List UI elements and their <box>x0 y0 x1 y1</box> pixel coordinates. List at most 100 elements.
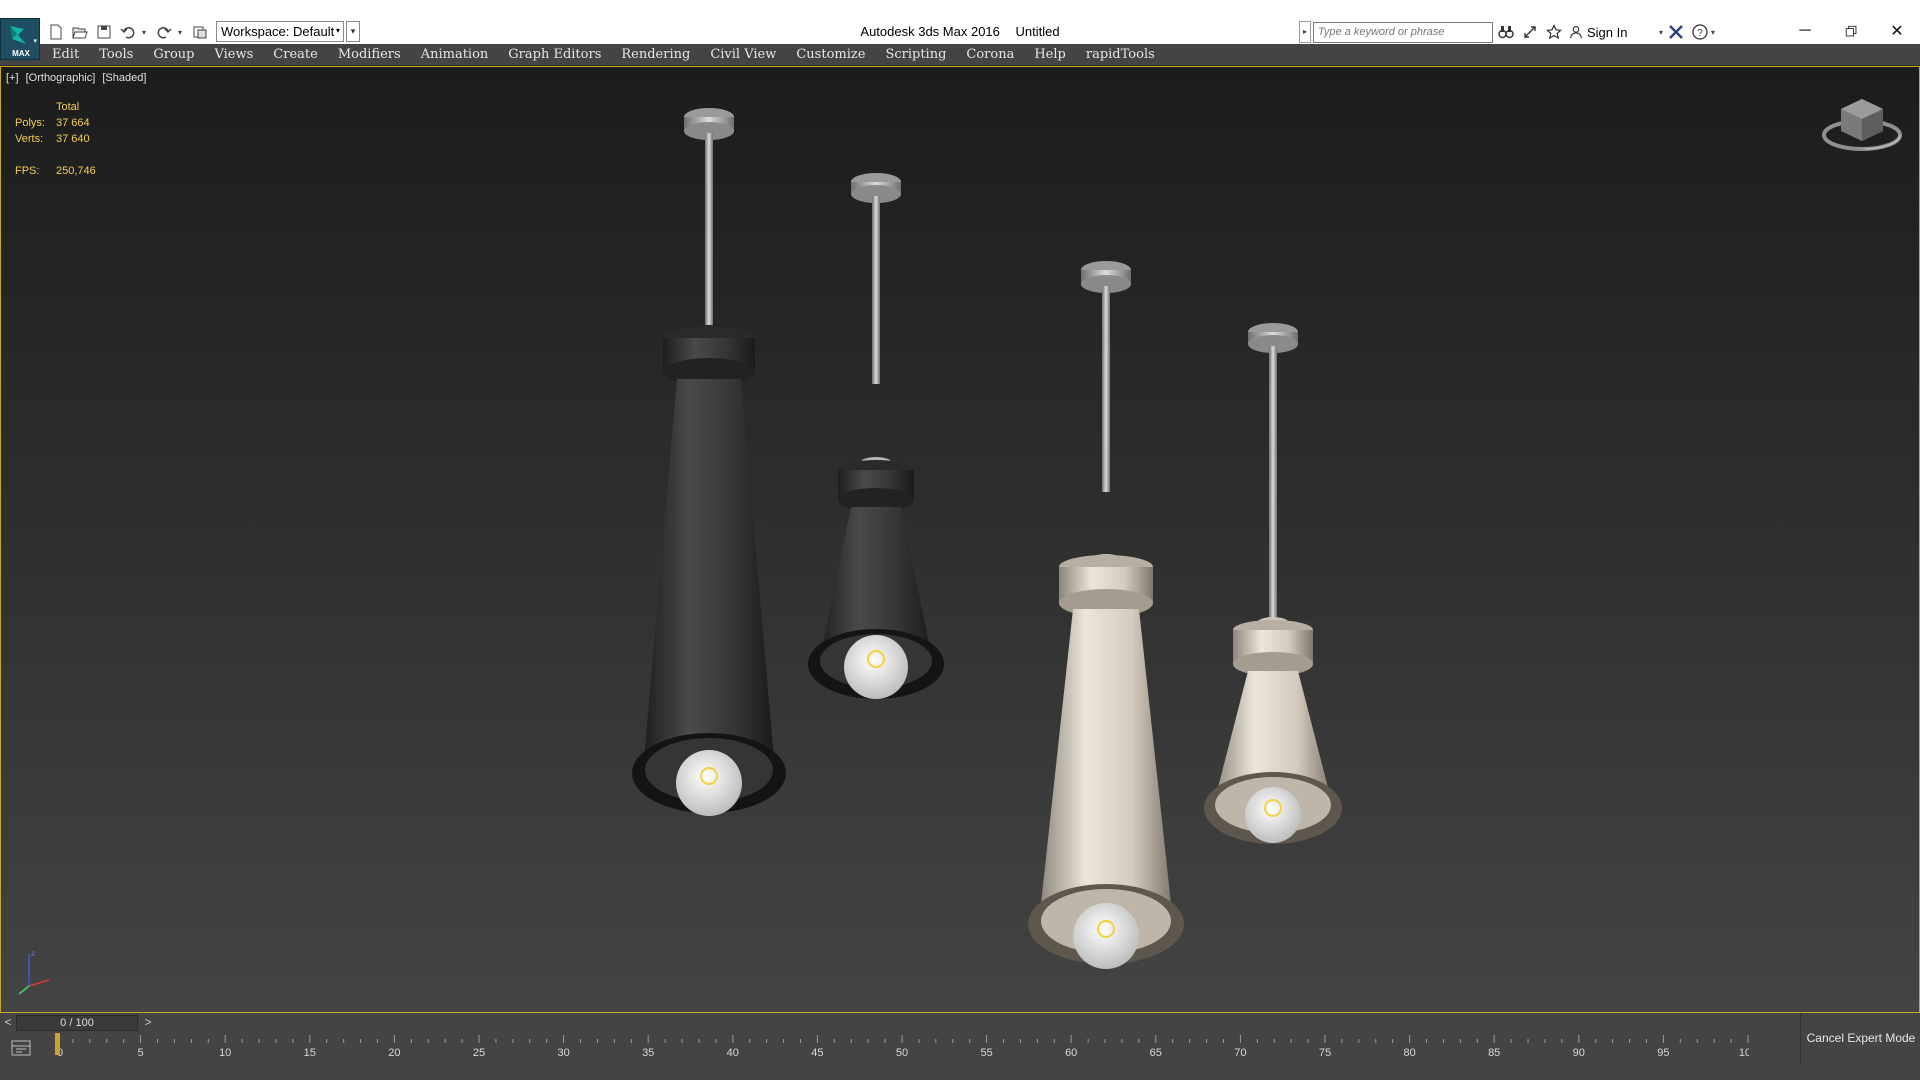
menu-tools[interactable]: Tools <box>99 47 133 62</box>
binoculars-icon[interactable] <box>1495 21 1517 43</box>
chevron-down-icon: ▾ <box>1658 27 1663 37</box>
polys-value: 37 664 <box>56 117 90 129</box>
save-icon[interactable] <box>94 22 114 42</box>
quick-access-toolbar: ▾ ▾ <box>46 20 210 44</box>
open-file-icon[interactable] <box>70 22 90 42</box>
pendant-lamp-light-small[interactable] <box>1204 323 1342 844</box>
ruler-label: 50 <box>896 1047 908 1059</box>
infocenter: ▸ Sign In ▾ ? ▾ <box>1299 20 1759 44</box>
current-frame-marker[interactable] <box>55 1033 60 1055</box>
ruler-label: 5 <box>138 1047 144 1059</box>
pendant-lamp-light-large[interactable] <box>1028 261 1184 969</box>
restore-icon[interactable] <box>1828 14 1874 48</box>
frame-ruler[interactable]: 0 5 10 15 20 25 30 35 40 45 50 55 60 65 70 75 80 85 90 95 10… <box>55 1033 1749 1063</box>
fps-value: 250,746 <box>56 165 96 177</box>
fps-label: FPS: <box>15 165 40 177</box>
ruler-label: 35 <box>642 1047 654 1059</box>
status-bar <box>0 1063 1920 1080</box>
chevron-down-icon: ▾ <box>33 38 37 45</box>
search-input[interactable] <box>1313 21 1493 43</box>
help-icon[interactable]: ? <box>1689 21 1711 43</box>
ruler-label: 10 <box>219 1047 231 1059</box>
ruler-label: 80 <box>1403 1047 1415 1059</box>
perspective-viewport[interactable]: [+] [Orthographic] [Shaded] Total Polys:… <box>0 66 1920 1013</box>
ruler-label: 95 <box>1657 1047 1669 1059</box>
document-name: Untitled <box>1015 24 1060 39</box>
viewport-view-type[interactable]: [Orthographic] <box>26 72 96 84</box>
menu-views[interactable]: Views <box>214 47 253 62</box>
close-icon[interactable]: ✕ <box>1874 14 1920 48</box>
viewport-menu-plus[interactable]: [+] <box>6 72 19 84</box>
application-button[interactable]: MAX ▾ <box>0 18 40 60</box>
verts-label: Verts: <box>15 133 44 145</box>
menu-group[interactable]: Group <box>153 47 194 62</box>
menu-bar: Edit Tools Group Views Create Modifiers … <box>0 44 1920 66</box>
ruler-label: 40 <box>727 1047 739 1059</box>
time-slider[interactable]: 0 / 100 <box>16 1015 138 1031</box>
redo-icon[interactable] <box>154 22 174 42</box>
pendant-lamp-dark-large[interactable] <box>632 108 786 816</box>
ruler-label: 60 <box>1065 1047 1077 1059</box>
menu-customize[interactable]: Customize <box>796 47 865 62</box>
viewcube-icon[interactable] <box>1821 95 1903 155</box>
ruler-label: 85 <box>1488 1047 1500 1059</box>
redo-dropdown-icon[interactable]: ▾ <box>178 28 186 37</box>
title-bar: ▾ ▾ Workspace: Default ▾ ▾ Autodesk 3ds … <box>0 0 1920 44</box>
menu-modifiers[interactable]: Modifiers <box>338 47 401 62</box>
minimize-icon[interactable]: ─ <box>1782 14 1828 48</box>
ruler-label: 100 <box>1739 1047 1749 1059</box>
ruler-label: 45 <box>811 1047 823 1059</box>
ruler-label: 65 <box>1150 1047 1162 1059</box>
satellite-icon[interactable] <box>1519 21 1541 43</box>
chevron-down-icon: ▾ <box>335 26 340 35</box>
menu-civil-view[interactable]: Civil View <box>710 47 776 62</box>
menu-help[interactable]: Help <box>1034 47 1066 62</box>
workspace-selector[interactable]: Workspace: Default ▾ <box>216 21 344 42</box>
ruler-label: 70 <box>1234 1047 1246 1059</box>
track-bar-icon[interactable] <box>10 1038 32 1058</box>
menu-scripting[interactable]: Scripting <box>885 47 946 62</box>
undo-icon[interactable] <box>118 22 138 42</box>
help-dropdown-icon[interactable]: ▾ <box>1711 28 1719 37</box>
app-button-label: MAX <box>12 49 30 58</box>
axis-tripod-icon: z <box>18 949 50 995</box>
project-folder-icon[interactable] <box>190 22 210 42</box>
ruler-label: 15 <box>304 1047 316 1059</box>
ruler-label: 55 <box>980 1047 992 1059</box>
scene-canvas[interactable] <box>1 67 1919 1012</box>
star-icon[interactable] <box>1543 21 1565 43</box>
menu-graph-editors[interactable]: Graph Editors <box>508 47 601 62</box>
menu-rendering[interactable]: Rendering <box>621 47 690 62</box>
workspace-label: Workspace: Default <box>221 24 335 39</box>
viewport-label[interactable]: [+] [Orthographic] [Shaded] <box>6 72 150 84</box>
time-slider-bar: < 0 / 100 > <box>0 1013 1800 1033</box>
menu-edit[interactable]: Edit <box>52 47 79 62</box>
sign-in-label: Sign In <box>1587 24 1628 40</box>
undo-dropdown-icon[interactable]: ▾ <box>142 28 150 37</box>
app-name: Autodesk 3ds Max 2016 <box>860 24 1000 39</box>
workspace-menu-icon[interactable]: ▾ <box>346 21 360 42</box>
exchange-x-icon[interactable] <box>1665 21 1687 43</box>
ruler-label: 20 <box>388 1047 400 1059</box>
next-frame-button[interactable]: > <box>140 1015 156 1031</box>
track-bar[interactable]: 0 5 10 15 20 25 30 35 40 45 50 55 60 65 70 75 80 85 90 95 10… <box>0 1033 1800 1063</box>
previous-frame-button[interactable]: < <box>0 1015 16 1031</box>
cancel-expert-mode-button[interactable]: Cancel Expert Mode <box>1801 1031 1920 1045</box>
viewport-statistics: Total Polys: 37 664 Verts: 37 640 FPS: 250,… <box>15 101 96 181</box>
sign-in-button[interactable]: Sign In ▾ <box>1569 25 1663 40</box>
app-logo-icon <box>10 26 26 44</box>
ruler-label: 75 <box>1319 1047 1331 1059</box>
pendant-lamp-dark-small[interactable] <box>808 173 944 699</box>
ruler-label: 30 <box>557 1047 569 1059</box>
menu-animation[interactable]: Animation <box>421 47 489 62</box>
new-file-icon[interactable] <box>46 22 66 42</box>
menu-corona[interactable]: Corona <box>966 47 1014 62</box>
polys-label: Polys: <box>15 117 45 129</box>
viewport-shading-mode[interactable]: [Shaded] <box>102 72 146 84</box>
menu-create[interactable]: Create <box>273 47 318 62</box>
svg-text:z: z <box>31 949 35 958</box>
ruler-label: 25 <box>473 1047 485 1059</box>
menu-rapidtools[interactable]: rapidTools <box>1086 47 1155 62</box>
search-collapse-icon[interactable]: ▸ <box>1299 21 1311 43</box>
verts-value: 37 640 <box>56 133 90 145</box>
